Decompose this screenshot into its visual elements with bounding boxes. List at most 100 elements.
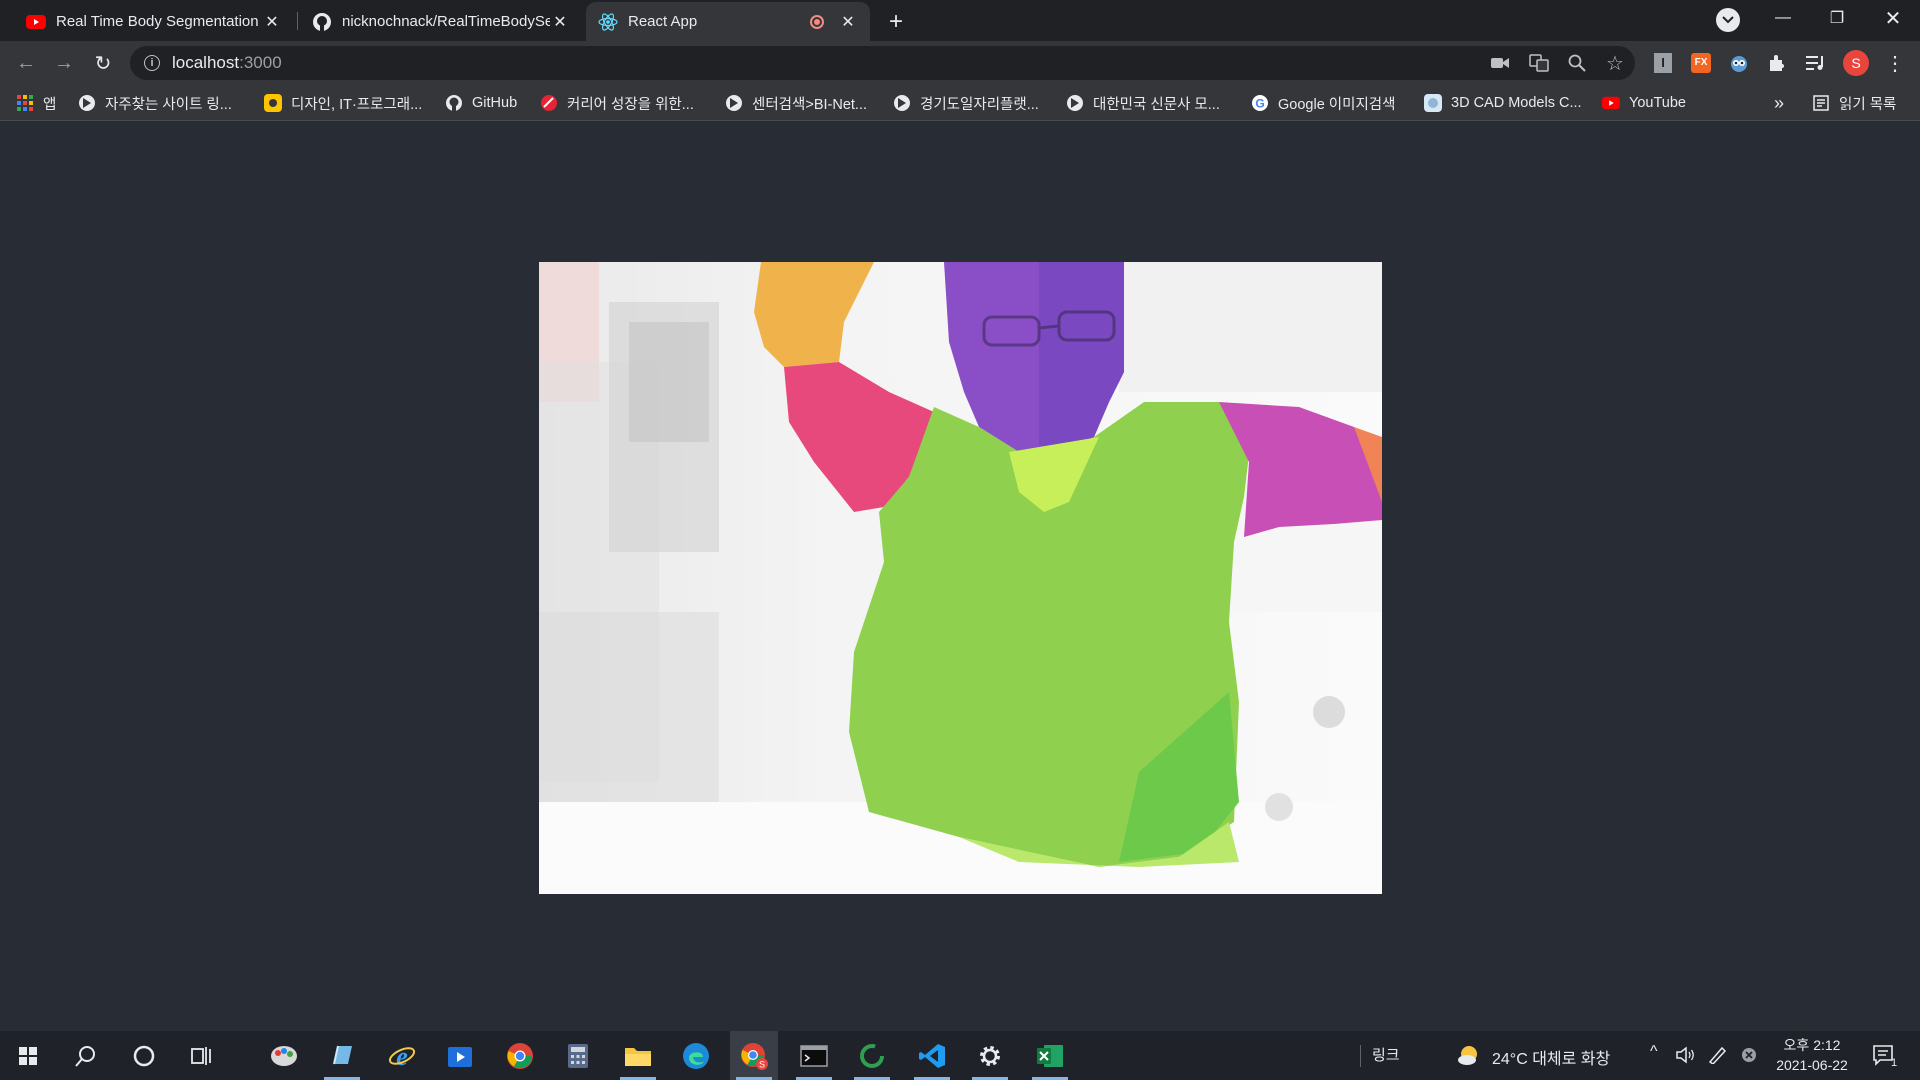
bookmark-label: 대한민국 신문사 모... [1093, 96, 1220, 113]
address-bar[interactable]: i localhost:3000 [130, 46, 1635, 80]
reading-list-button[interactable]: 읽기 목록 [1812, 92, 1896, 114]
terminal-icon[interactable] [790, 1031, 838, 1080]
file-explorer-icon[interactable] [614, 1031, 662, 1080]
tab-strip: Real Time Body Segmentation T ✕ nicknoch… [0, 0, 1920, 41]
cortana-icon[interactable] [120, 1031, 168, 1080]
tab-search-button[interactable] [1716, 8, 1740, 32]
pen-icon[interactable] [1708, 1046, 1728, 1069]
camera-icon[interactable] [1488, 51, 1512, 75]
tab-youtube[interactable]: Real Time Body Segmentation T ✕ [14, 2, 294, 41]
profile-avatar[interactable]: S [1843, 50, 1869, 76]
apps-grid-icon [16, 94, 34, 112]
tab-title: Real Time Body Segmentation T [56, 13, 262, 30]
url-host: localhost [172, 53, 240, 72]
media-queue-icon[interactable] [1804, 51, 1828, 75]
search-icon[interactable] [62, 1031, 110, 1080]
app-notes-icon[interactable] [318, 1031, 366, 1080]
minimize-button[interactable]: — [1756, 0, 1810, 36]
vscode-icon[interactable] [908, 1031, 956, 1080]
bookmark-apps[interactable]: 앱 [16, 92, 56, 114]
notification-count-badge: 1 [1891, 1057, 1898, 1069]
bookmark-label: GitHub [472, 95, 518, 111]
edge-icon[interactable] [672, 1031, 720, 1080]
bookmark-label: 센터검색>BI-Net... [752, 96, 868, 113]
weather-text[interactable]: 24°C 대체로 화창 [1492, 1045, 1610, 1069]
tab-react-app[interactable]: React App ✕ [586, 2, 870, 41]
bookmark-star-icon[interactable]: ☆ [1603, 51, 1627, 75]
system-clock[interactable]: 오후 2:12 2021-06-22 [1762, 1035, 1862, 1075]
bookmark-item[interactable]: 경기도일자리플랫... [893, 92, 1039, 114]
windows-taskbar: e S 링크 24°C 대체로 화창 ^ 오후 2:12 2021-06-22 … [0, 1031, 1920, 1080]
reading-list-icon [1812, 94, 1830, 112]
close-icon[interactable]: ✕ [838, 12, 858, 32]
weather-icon[interactable] [1457, 1044, 1481, 1071]
close-icon[interactable]: ✕ [262, 12, 282, 32]
bookmarks-overflow-button[interactable]: » [1774, 92, 1784, 114]
show-hidden-icons-button[interactable]: ^ [1650, 1043, 1658, 1061]
extensions-puzzle-icon[interactable] [1765, 51, 1789, 75]
settings-gear-icon[interactable] [966, 1031, 1014, 1080]
extension-i-icon[interactable]: I [1651, 51, 1675, 75]
network-disconnected-icon[interactable] [1741, 1047, 1757, 1068]
bookmark-label: Google 이미지검색 [1278, 96, 1396, 113]
app-media-icon[interactable] [436, 1031, 484, 1080]
tab-divider [297, 12, 298, 30]
more-menu-icon[interactable]: ⋮ [1883, 51, 1907, 75]
site-icon [540, 94, 558, 112]
bookmark-label: 커리어 성장을 위한... [567, 96, 694, 113]
reload-button[interactable]: ↻ [87, 47, 119, 79]
bookmark-label: YouTube [1629, 95, 1686, 111]
body-segmentation-canvas [539, 262, 1382, 894]
svg-text:G: G [1255, 97, 1264, 111]
site-info-icon[interactable]: i [144, 55, 160, 71]
url-port: :3000 [239, 53, 282, 72]
new-tab-button[interactable]: + [882, 8, 910, 36]
bookmark-label: 3D CAD Models C... [1451, 95, 1582, 111]
bookmark-item[interactable]: 3D CAD Models C... [1424, 92, 1582, 114]
close-window-button[interactable]: ✕ [1866, 0, 1920, 36]
links-toolbar-label[interactable]: 링크 [1372, 1044, 1400, 1065]
calculator-icon[interactable] [554, 1031, 602, 1080]
svg-text:e: e [396, 1042, 408, 1070]
excel-icon[interactable] [1026, 1031, 1074, 1080]
volume-icon[interactable] [1676, 1046, 1696, 1069]
bookmark-youtube[interactable]: YouTube [1602, 92, 1686, 114]
google-icon: G [1251, 94, 1269, 112]
restore-button[interactable]: ❐ [1810, 0, 1864, 36]
extension-owl-icon[interactable] [1727, 51, 1751, 75]
bookmark-item[interactable]: 대한민국 신문사 모... [1066, 92, 1220, 114]
bookmark-item[interactable]: G Google 이미지검색 [1251, 92, 1396, 114]
browser-toolbar: ← → ↻ i localhost:3000 ☆ I FX S ⋮ [0, 41, 1920, 85]
tab-github[interactable]: nicknochnack/RealTimeBodySeg ✕ [300, 2, 582, 41]
bookmark-label: 자주찾는 사이트 링... [105, 96, 232, 113]
zoom-icon[interactable] [1565, 51, 1589, 75]
app-green-ring-icon[interactable] [848, 1031, 896, 1080]
close-icon[interactable]: ✕ [550, 12, 570, 32]
bookmark-item[interactable]: 커리어 성장을 위한... [540, 92, 694, 114]
internet-explorer-icon[interactable]: e [378, 1031, 426, 1080]
translate-icon[interactable] [1527, 51, 1551, 75]
site-icon [264, 94, 282, 112]
globe-icon [893, 94, 911, 112]
back-button[interactable]: ← [10, 47, 42, 79]
segmentation-image [539, 262, 1382, 894]
chrome-icon[interactable] [496, 1031, 544, 1080]
bookmark-label: 디자인, IT·프로그래... [291, 96, 423, 113]
github-icon [445, 94, 463, 112]
globe-icon [1066, 94, 1084, 112]
tab-title: React App [628, 13, 698, 30]
github-icon [312, 12, 332, 32]
task-view-icon[interactable] [178, 1031, 226, 1080]
bookmark-item[interactable]: 자주찾는 사이트 링... [78, 92, 232, 114]
bookmark-item[interactable]: 센터검색>BI-Net... [725, 92, 867, 114]
taskbar-divider [1360, 1045, 1361, 1067]
react-icon [598, 12, 618, 32]
chrome-profile-icon[interactable]: S [730, 1031, 778, 1080]
start-button[interactable] [4, 1031, 52, 1080]
app-paint-icon[interactable] [260, 1031, 308, 1080]
bookmark-github[interactable]: GitHub [445, 92, 517, 114]
bookmark-item[interactable]: 디자인, IT·프로그래... [264, 92, 422, 114]
extension-fx-icon[interactable]: FX [1689, 51, 1713, 75]
forward-button[interactable]: → [48, 47, 80, 79]
recording-indicator-icon [810, 14, 824, 29]
